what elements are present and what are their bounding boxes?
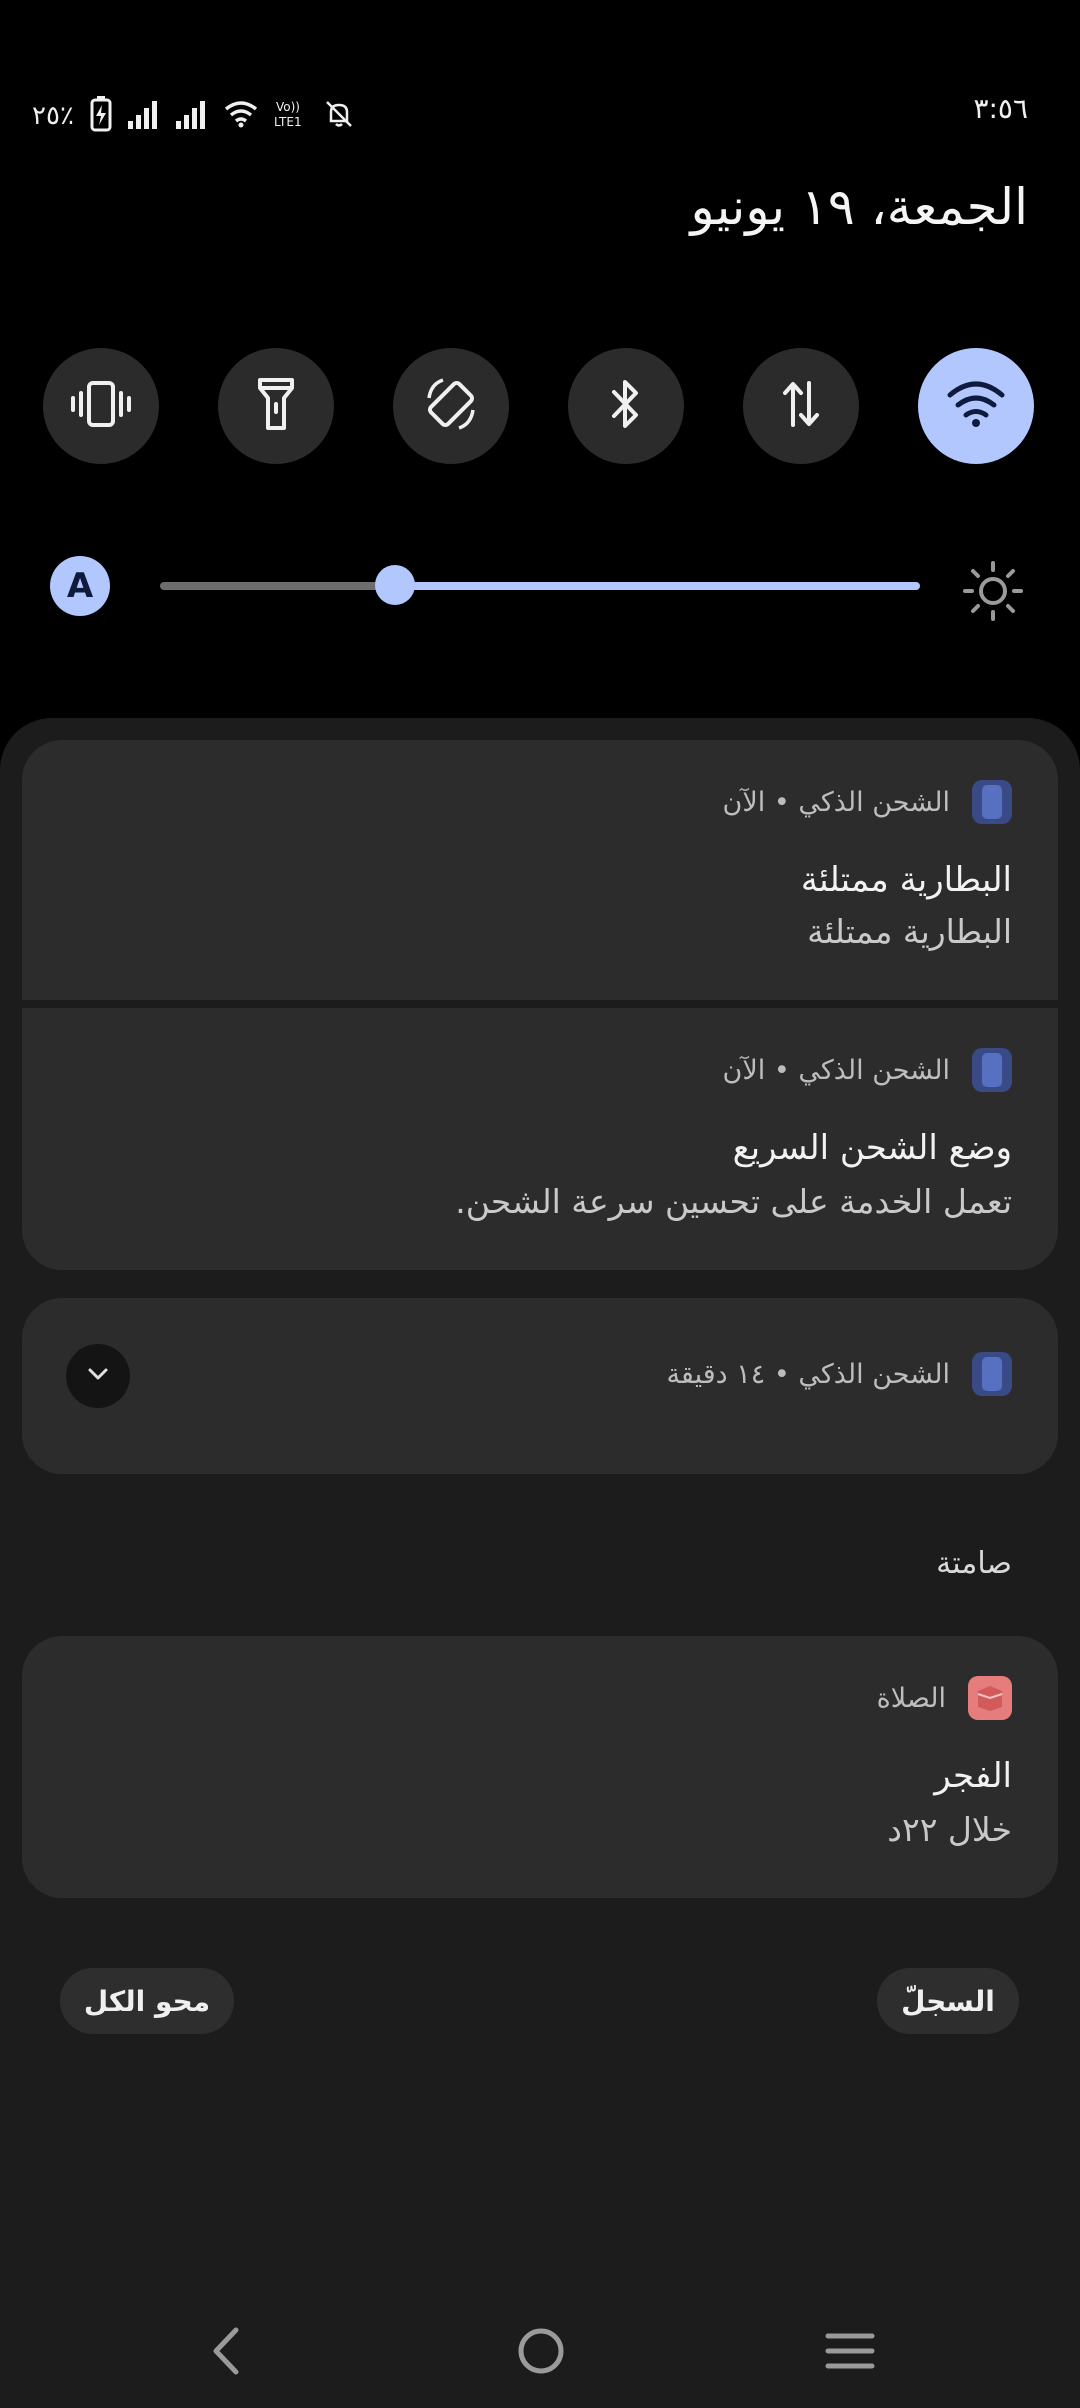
svg-text:Vo)): Vo)) (276, 100, 300, 114)
notification-header: الشحن الذكي • ١٤ دقيقة (666, 1352, 1012, 1396)
volte-icon: Vo)) LTE1 (274, 99, 308, 133)
notification-title: وضع الشحن السريع (732, 1128, 1012, 1168)
date-label[interactable]: الجمعة، ١٩ يونيو (691, 178, 1028, 236)
wifi-status-icon (224, 100, 258, 132)
notification-header-text: الصلاة (876, 1682, 946, 1714)
notification-header: الصلاة (877, 1676, 1012, 1720)
smart-charging-app-icon (972, 780, 1012, 824)
history-button[interactable]: السجلّ (877, 1968, 1019, 2034)
status-icons: ٢٥٪ Vo)) LTE1 (32, 96, 354, 136)
back-icon[interactable] (206, 2326, 246, 2380)
smart-charging-app-icon (972, 1048, 1012, 1092)
silent-section-label: صامتة (936, 1546, 1012, 1581)
smart-charging-app-icon (972, 1352, 1012, 1396)
wifi-icon (946, 379, 1006, 433)
brightness-slider-thumb[interactable] (375, 565, 415, 605)
notification-body: البطارية ممتلئة (807, 912, 1012, 951)
expand-button[interactable] (66, 1344, 130, 1408)
notification-header: الشحن الذكي • الآن (723, 780, 1012, 824)
kaaba-app-icon (968, 1676, 1012, 1720)
home-icon[interactable] (516, 2326, 566, 2380)
chevron-down-icon (86, 1366, 110, 1386)
tile-vibrate[interactable] (43, 348, 159, 464)
signal-sim2-icon (175, 99, 208, 133)
flashlight-icon (256, 376, 296, 436)
notification-title: الفجر (934, 1756, 1012, 1796)
brightness-track-active[interactable] (395, 582, 920, 590)
notification-header-text: الشحن الذكي • الآن (722, 786, 950, 818)
bluetooth-icon (608, 377, 644, 435)
recents-menu-icon[interactable] (824, 2326, 876, 2380)
mute-icon (324, 99, 354, 133)
signal-sim1-icon (127, 99, 160, 133)
brightness-track-inactive[interactable] (160, 582, 395, 590)
rotate-icon (421, 374, 481, 438)
battery-charging-icon (90, 96, 112, 136)
vibrate-icon (69, 379, 133, 433)
battery-percent: ٢٥٪ (32, 101, 74, 131)
data-transfer-icon (781, 379, 821, 433)
clear-all-button[interactable]: محو الكل (60, 1968, 234, 2034)
notification-header: الشحن الذكي • الآن (723, 1048, 1012, 1092)
svg-text:LTE1: LTE1 (274, 115, 302, 129)
auto-brightness-button[interactable]: A (50, 556, 110, 616)
notification-body: تعمل الخدمة على تحسين سرعة الشحن. (455, 1182, 1012, 1221)
tile-wifi[interactable] (918, 348, 1034, 464)
notification-header-text: الشحن الذكي • ١٤ دقيقة (666, 1358, 950, 1390)
notification-body: خلال ٢٢د (887, 1810, 1012, 1849)
notification-title: البطارية ممتلئة (800, 860, 1012, 900)
tile-bluetooth[interactable] (568, 348, 684, 464)
notification-header-text: الشحن الذكي • الآن (722, 1054, 950, 1086)
tile-mobile-data[interactable] (743, 348, 859, 464)
tile-flashlight[interactable] (218, 348, 334, 464)
status-time: ٣:٥٦ (973, 92, 1028, 125)
brightness-sun-icon (962, 560, 1024, 626)
tile-auto-rotate[interactable] (393, 348, 509, 464)
